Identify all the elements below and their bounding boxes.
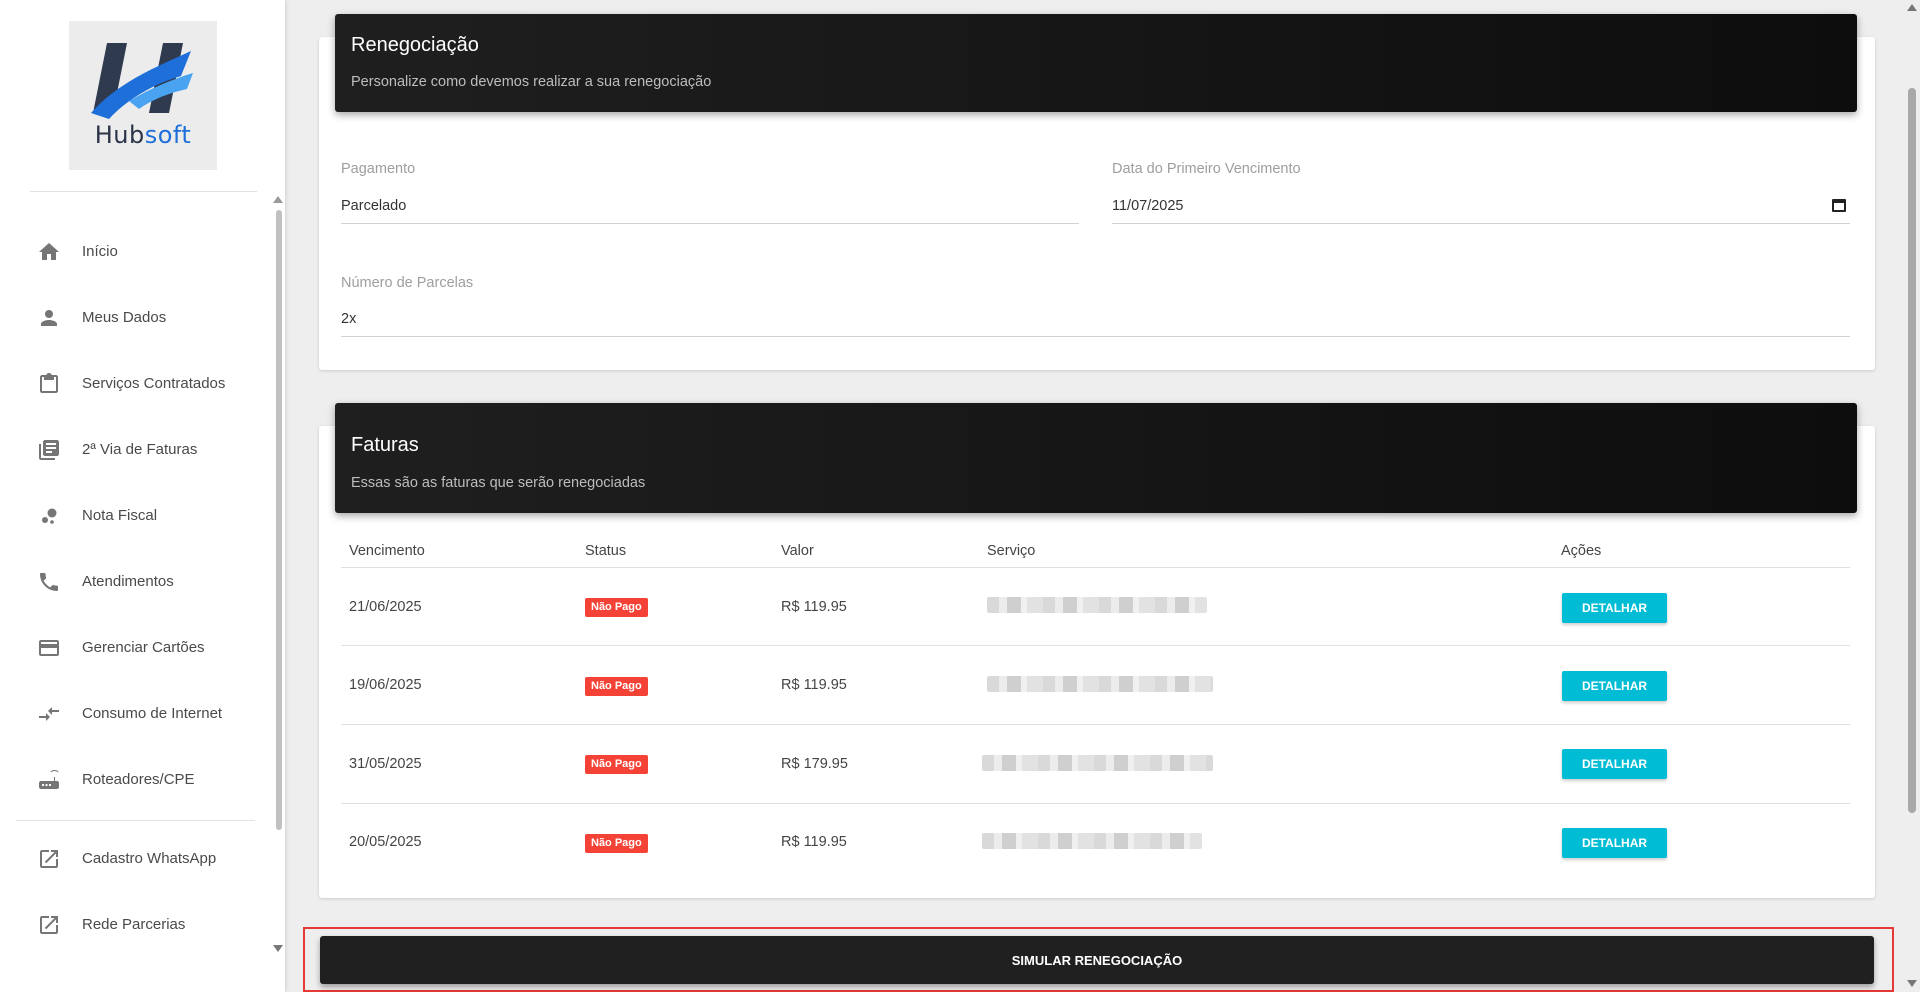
vencimento-date-input[interactable]: 11/07/2025 — [1112, 198, 1184, 214]
cell-valor: R$ 119.95 — [781, 834, 847, 850]
clipboard-icon — [40, 373, 58, 393]
main-scrollbar[interactable] — [1908, 88, 1916, 813]
column-header-servico: Serviço — [987, 543, 1036, 559]
vencimento-underline — [1112, 223, 1850, 224]
sidebar-item-label: Roteadores/CPE — [82, 771, 195, 788]
logo-wordmark: Hubsoft — [69, 121, 217, 149]
faturas-subtitle: Essas são as faturas que serão renegocia… — [351, 475, 646, 491]
sidebar-item-label: 2ª Via de Faturas — [82, 441, 198, 458]
sidebar-item-rede-parcerias[interactable]: Rede Parcerias — [0, 900, 270, 950]
status-badge: Não Pago — [585, 677, 648, 696]
column-header-acoes: Ações — [1561, 543, 1602, 559]
sidebar-item-label: Meus Dados — [82, 309, 167, 326]
cell-servico-blurred — [982, 833, 1202, 849]
sidebar-item-label: Consumo de Internet — [82, 705, 223, 722]
person-icon — [41, 310, 57, 326]
table-divider — [341, 724, 1850, 725]
cell-valor: R$ 179.95 — [781, 756, 848, 772]
pagamento-underline — [341, 223, 1079, 224]
cell-servico-blurred — [987, 676, 1213, 692]
cell-valor: R$ 119.95 — [781, 599, 847, 615]
credit-card-icon — [39, 640, 59, 656]
parcelas-select[interactable]: 2x — [341, 311, 356, 327]
sidebar-item-label: Início — [82, 243, 118, 260]
sidebar-scroll-up-icon[interactable] — [273, 196, 283, 203]
pagamento-label: Pagamento — [341, 161, 416, 177]
sidebar-item-faturas[interactable]: 2ª Via de Faturas — [0, 425, 270, 475]
open-in-new-icon — [40, 850, 58, 868]
router-icon — [39, 770, 59, 789]
faturas-header: Faturas Essas são as faturas que serão r… — [335, 403, 1857, 513]
bubbles-icon — [42, 508, 57, 524]
detalhar-button[interactable]: DETALHAR — [1562, 828, 1667, 858]
sidebar-item-label: Nota Fiscal — [82, 507, 158, 524]
compare-arrows-icon — [39, 707, 59, 721]
sidebar-item-inicio[interactable]: Início — [0, 227, 270, 277]
renegociacao-subtitle: Personalize como devemos realizar a sua … — [351, 74, 712, 90]
detalhar-button[interactable]: DETALHAR — [1562, 671, 1667, 701]
sidebar-item-label: Atendimentos — [82, 573, 174, 590]
faturas-title: Faturas — [351, 434, 419, 456]
phone-icon — [40, 573, 58, 591]
cell-vencimento: 20/05/2025 — [349, 834, 422, 850]
pagamento-select[interactable]: Parcelado — [341, 198, 406, 214]
calendar-icon[interactable] — [1832, 199, 1846, 212]
scroll-up-icon[interactable] — [1907, 4, 1917, 11]
column-header-valor: Valor — [781, 543, 814, 559]
parcelas-label: Número de Parcelas — [341, 275, 474, 291]
scroll-down-icon[interactable] — [1907, 980, 1917, 987]
sidebar-item-label: Serviços Contratados — [82, 375, 226, 392]
logo-text-hub: Hub — [94, 121, 145, 149]
cell-valor: R$ 119.95 — [781, 677, 847, 693]
home-icon — [39, 243, 59, 260]
detalhar-button[interactable]: DETALHAR — [1562, 749, 1667, 779]
renegociacao-header: Renegociação Personalize como devemos re… — [335, 14, 1857, 112]
open-in-new-icon — [40, 916, 58, 934]
detalhar-button[interactable]: DETALHAR — [1562, 593, 1667, 623]
cell-vencimento: 31/05/2025 — [349, 756, 422, 772]
sidebar-item-cadastro-whatsapp[interactable]: Cadastro WhatsApp — [0, 834, 270, 884]
column-header-vencimento: Vencimento — [349, 543, 425, 559]
status-badge: Não Pago — [585, 755, 648, 774]
hubsoft-logo[interactable]: Hubsoft — [69, 21, 217, 170]
status-badge: Não Pago — [585, 834, 648, 853]
table-divider — [341, 803, 1850, 804]
status-badge: Não Pago — [585, 598, 648, 617]
sidebar: Hubsoft Início Meus Dados Serviços Contr… — [0, 0, 285, 992]
renegociacao-title: Renegociação — [351, 34, 479, 56]
vencimento-label: Data do Primeiro Vencimento — [1112, 161, 1301, 177]
table-divider — [341, 567, 1850, 568]
sidebar-item-label: Gerenciar Cartões — [82, 639, 205, 656]
library-books-icon — [39, 440, 59, 460]
sidebar-divider — [16, 820, 255, 821]
logo-text-soft: soft — [144, 121, 192, 149]
sidebar-item-roteadores[interactable]: Roteadores/CPE — [0, 755, 270, 805]
table-divider — [341, 645, 1850, 646]
cell-vencimento: 19/06/2025 — [349, 677, 422, 693]
cell-vencimento: 21/06/2025 — [349, 599, 422, 615]
cell-servico-blurred — [987, 597, 1207, 613]
cell-servico-blurred — [982, 755, 1213, 771]
column-header-status: Status — [585, 543, 627, 559]
sidebar-scrollbar[interactable] — [276, 210, 282, 830]
parcelas-underline — [341, 336, 1850, 337]
sidebar-item-atendimentos[interactable]: Atendimentos — [0, 557, 270, 607]
sidebar-item-servicos[interactable]: Serviços Contratados — [0, 359, 270, 409]
sidebar-item-cartoes[interactable]: Gerenciar Cartões — [0, 623, 270, 673]
sidebar-item-nota-fiscal[interactable]: Nota Fiscal — [0, 491, 270, 541]
sidebar-item-label: Rede Parcerias — [82, 916, 186, 933]
sidebar-scroll-down-icon[interactable] — [273, 945, 283, 952]
sidebar-item-label: Cadastro WhatsApp — [82, 850, 217, 867]
sidebar-item-meus-dados[interactable]: Meus Dados — [0, 293, 270, 343]
simular-renegociacao-button[interactable]: SIMULAR RENEGOCIAÇÃO — [320, 936, 1874, 984]
sidebar-item-consumo[interactable]: Consumo de Internet — [0, 689, 270, 739]
sidebar-divider — [30, 191, 257, 192]
